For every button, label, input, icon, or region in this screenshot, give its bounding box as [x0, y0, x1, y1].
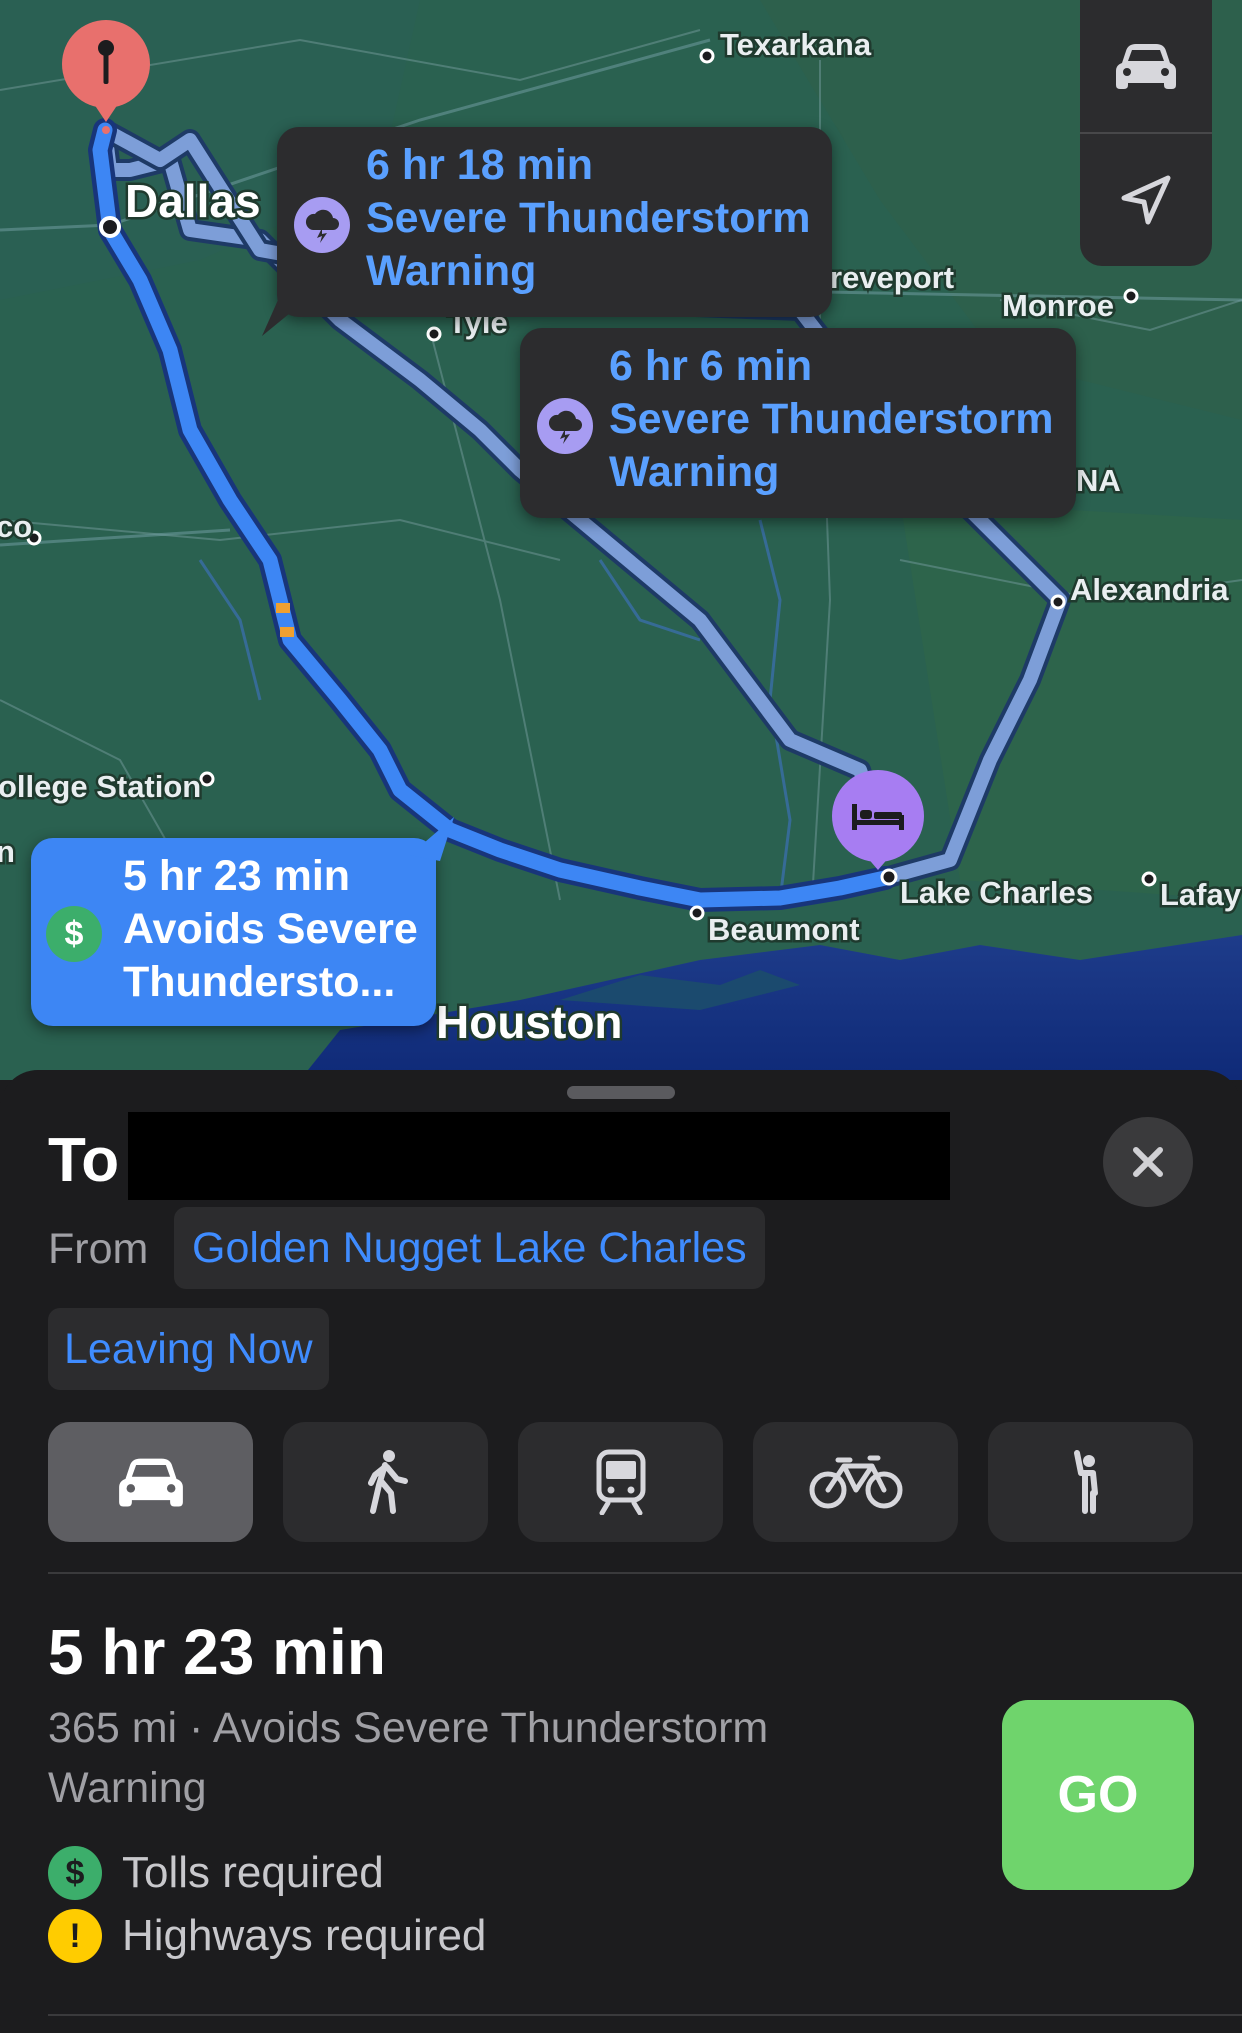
texarkana-dot: [699, 48, 715, 64]
warning-icon: !: [48, 1909, 102, 1963]
label-left-n: n: [0, 834, 15, 869]
person-hailing-icon: [1073, 1450, 1098, 1514]
map-controls: [1080, 0, 1212, 266]
train-icon: [596, 1449, 645, 1515]
from-label: From: [48, 1225, 149, 1273]
mode-cycle-button[interactable]: [753, 1422, 958, 1542]
destination-redacted: [128, 1112, 950, 1200]
dallas-dot: [99, 216, 121, 238]
map-view[interactable]: Texarkana Dallas reveport Tyle Monroe NA…: [0, 0, 1242, 1080]
departure-time-label: Leaving Now: [64, 1324, 313, 1373]
highways-note: ! Highways required: [48, 1908, 486, 1964]
label-lake-charles: Lake Charles: [900, 875, 1093, 910]
lake-charles-dot: [880, 868, 898, 886]
sheet-grabber[interactable]: [567, 1086, 675, 1099]
mode-rideshare-button[interactable]: [988, 1422, 1193, 1542]
toll-icon: $: [46, 906, 102, 962]
label-college-station: ollege Station: [0, 769, 201, 804]
origin-value: Golden Nugget Lake Charles: [192, 1223, 747, 1272]
label-beaumont: Beaumont: [708, 912, 860, 947]
highways-text: Highways required: [122, 1911, 487, 1960]
route-callout-selected[interactable]: $ 5 hr 23 min Avoids Severe Thundersto..…: [31, 838, 436, 1026]
toll-icon: $: [48, 1846, 102, 1900]
mode-walk-button[interactable]: [283, 1422, 488, 1542]
callout-warning: Severe Thunderstorm: [366, 194, 811, 242]
close-icon: [1133, 1147, 1163, 1177]
origin-field[interactable]: Golden Nugget Lake Charles: [174, 1207, 765, 1289]
route-summary: 365 mi · Avoids Severe Thunderstorm Warn…: [48, 1704, 769, 1812]
driving-mode-button[interactable]: [1080, 0, 1212, 132]
label-lafayette: Lafay: [1160, 877, 1242, 912]
go-button[interactable]: GO: [1002, 1700, 1194, 1890]
divider: [48, 2014, 1242, 2016]
current-location-button[interactable]: [1080, 134, 1212, 266]
callout-time: 6 hr 6 min: [609, 342, 813, 390]
label-dallas: Dallas: [125, 175, 261, 227]
beaumont-dot: [689, 905, 705, 921]
lafayette-dot: [1141, 871, 1157, 887]
tolls-text: Tolls required: [122, 1848, 384, 1897]
walk-icon: [367, 1450, 408, 1514]
thunderstorm-icon: [294, 197, 350, 253]
toll-marker: [280, 627, 294, 637]
mode-transit-button[interactable]: [518, 1422, 723, 1542]
thunderstorm-icon: [537, 398, 593, 454]
route-callout-1[interactable]: 6 hr 18 min Severe Thunderstorm Warning: [277, 127, 832, 317]
callout-1-tail: [262, 300, 306, 336]
label-alexandria: Alexandria: [1070, 572, 1229, 607]
tyler-dot: [426, 326, 442, 342]
label-west: co: [0, 509, 32, 544]
divider: [48, 1572, 1242, 1574]
destination-pin-icon[interactable]: [60, 18, 152, 134]
transport-modes: [48, 1422, 1194, 1542]
bicycle-icon: [809, 1455, 902, 1509]
callout-avoids-2: Thundersto...: [123, 958, 396, 1006]
label-na: NA: [1076, 463, 1121, 498]
departure-time-button[interactable]: Leaving Now: [48, 1308, 329, 1390]
directions-sheet: To From Golden Nugget Lake Charles Leavi…: [0, 1070, 1242, 2033]
route-duration: 5 hr 23 min: [48, 1616, 386, 1688]
label-texarkana: Texarkana: [720, 27, 872, 62]
callout-warning: Severe Thunderstorm: [609, 395, 1054, 443]
toll-marker: [276, 603, 290, 613]
callout-time: 5 hr 23 min: [123, 852, 351, 900]
callout-time: 6 hr 18 min: [366, 141, 594, 189]
college-station-dot: [199, 771, 215, 787]
callout-warning-2: Warning: [609, 448, 780, 496]
car-icon: [1116, 44, 1176, 89]
alexandria-dot: [1050, 594, 1066, 610]
to-label: To: [48, 1126, 120, 1195]
route-callout-2[interactable]: 6 hr 6 min Severe Thunderstorm Warning: [520, 328, 1076, 518]
hotel-pin-icon[interactable]: [830, 770, 926, 872]
mode-drive-button[interactable]: [48, 1422, 253, 1542]
label-houston: Houston: [436, 996, 623, 1048]
car-icon: [118, 1458, 183, 1507]
callout-avoids: Avoids Severe: [123, 905, 418, 953]
tolls-note: $ Tolls required: [48, 1845, 384, 1901]
callout-warning-2: Warning: [366, 247, 537, 295]
close-button[interactable]: [1103, 1117, 1193, 1207]
label-monroe: Monroe: [1002, 288, 1114, 323]
callout-3-tail: [410, 817, 454, 861]
monroe-dot: [1123, 288, 1139, 304]
label-shreveport: reveport: [830, 260, 954, 295]
location-arrow-icon: [1121, 175, 1171, 225]
